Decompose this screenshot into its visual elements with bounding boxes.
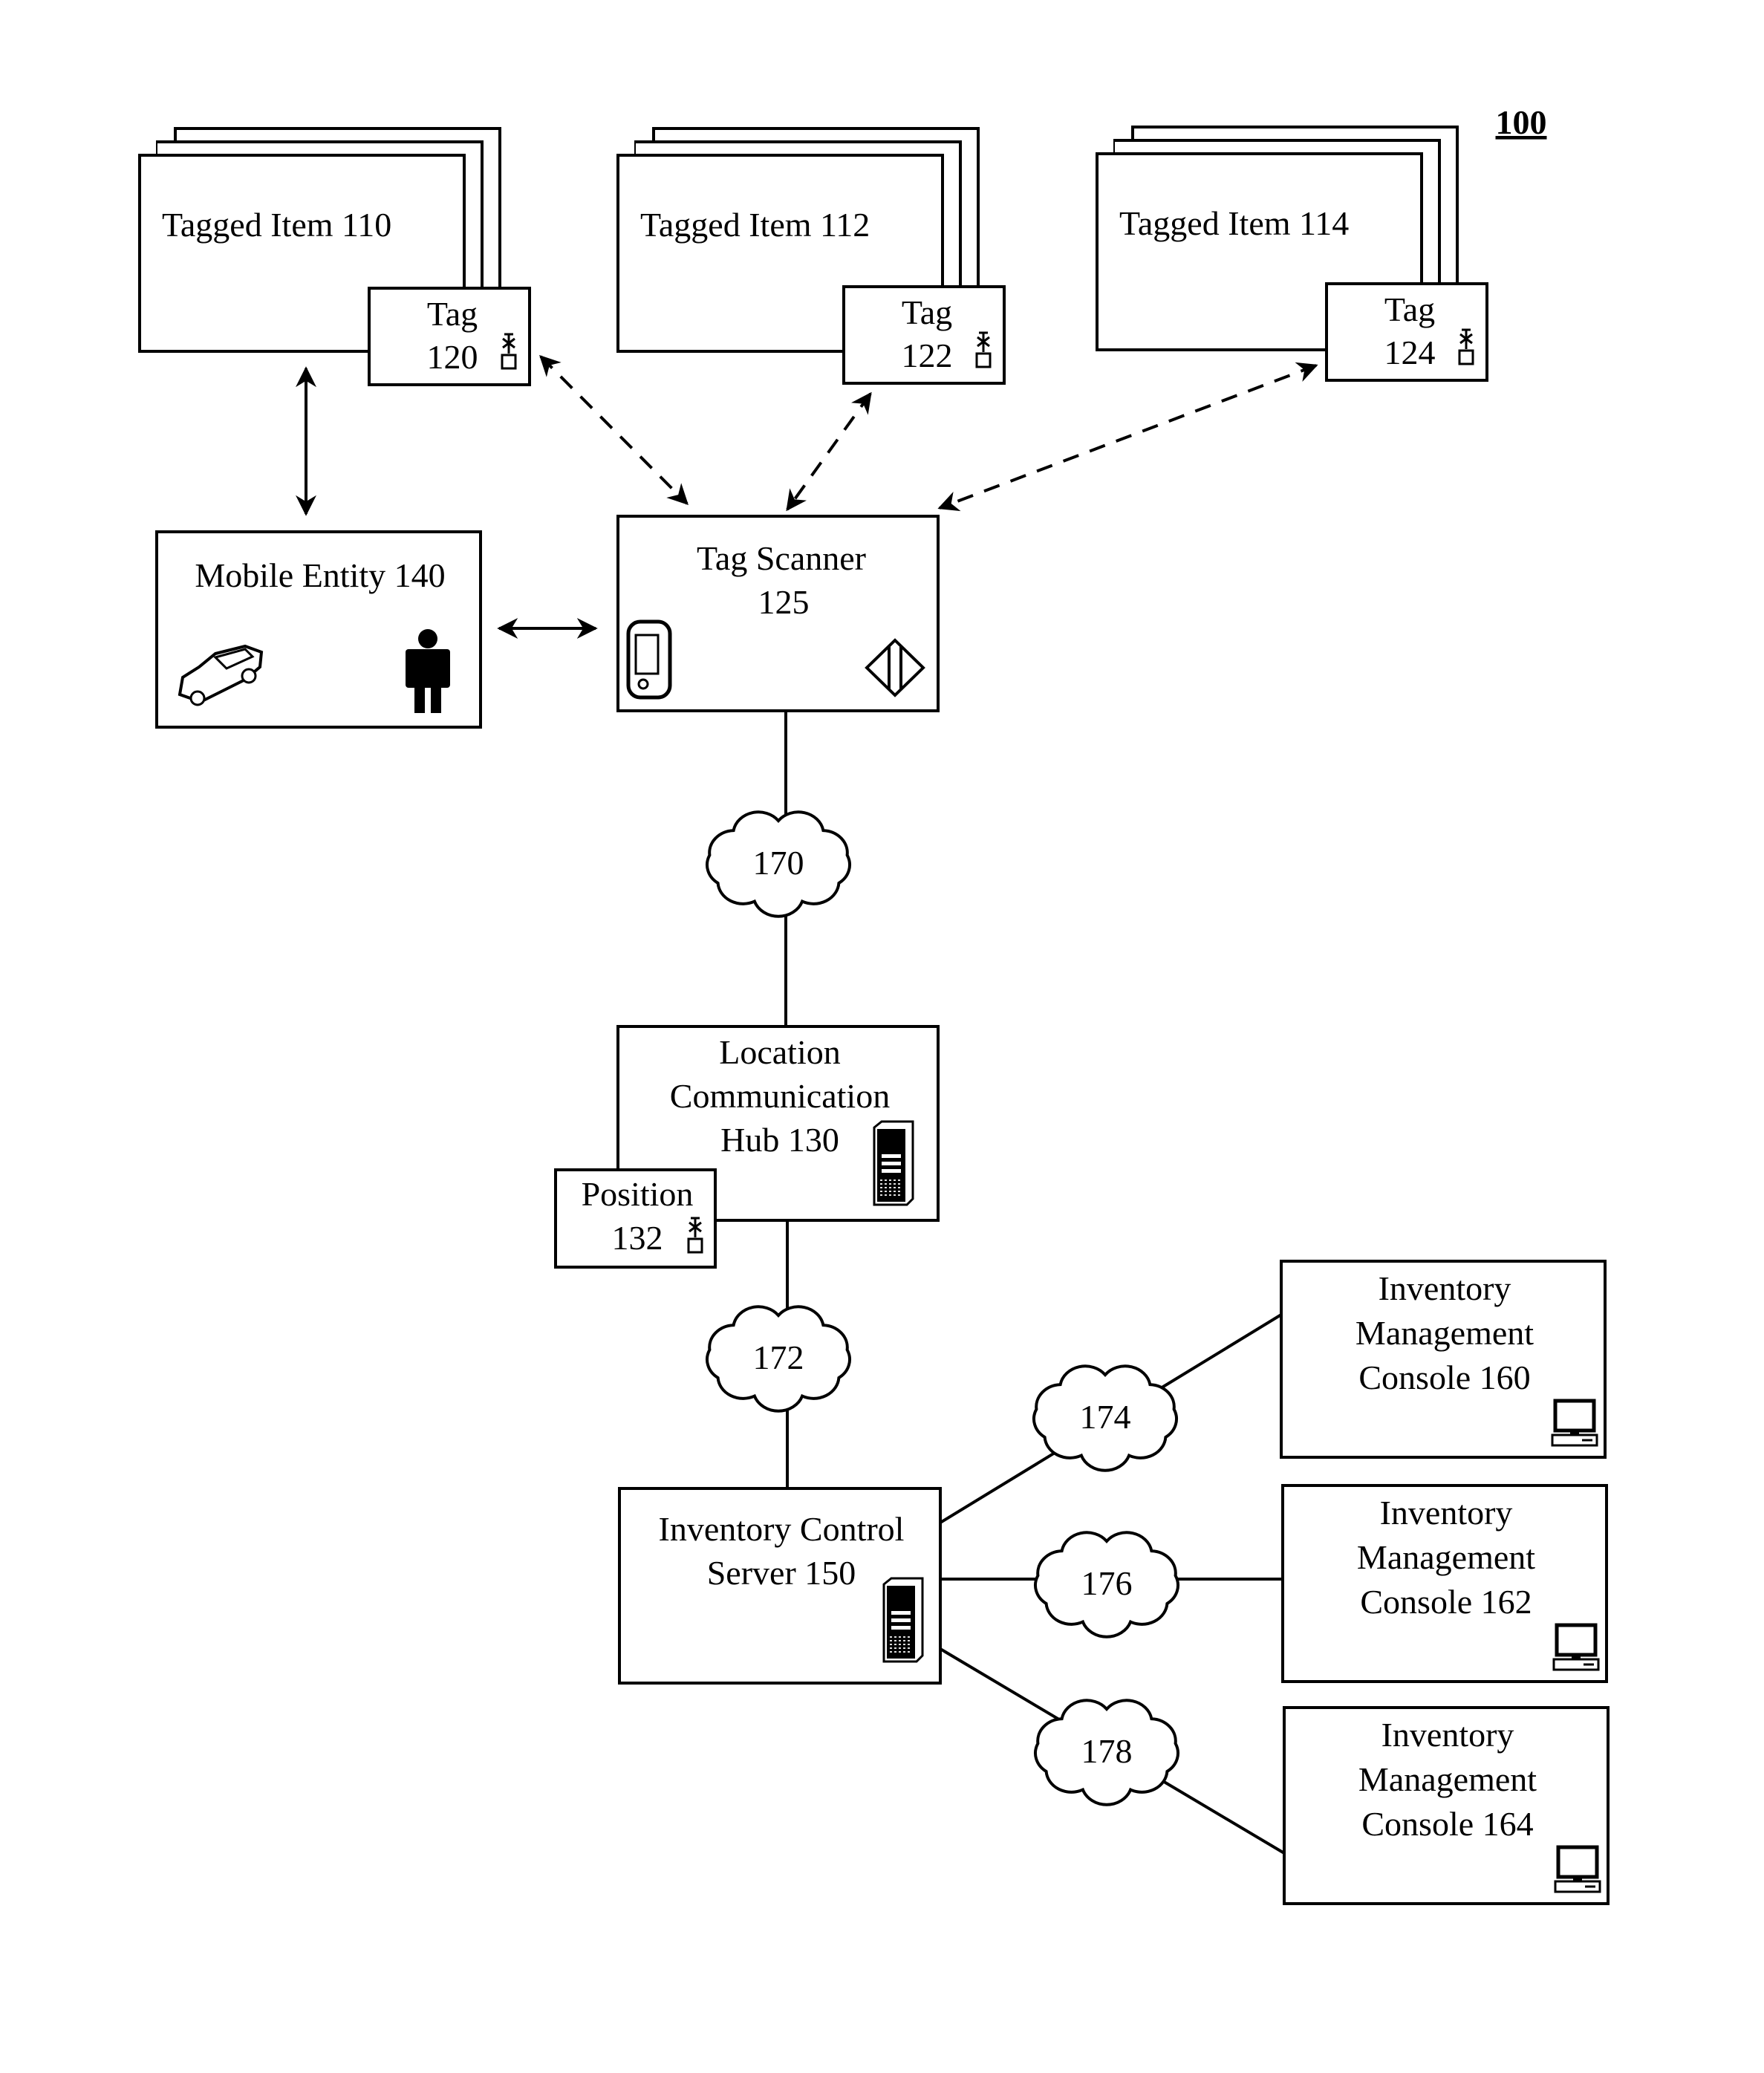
desktop-computer-icon	[1551, 1399, 1598, 1447]
tagged-item-label: Tagged Item 112	[640, 206, 870, 244]
inventory-management-console-160: Inventory Management Console 160	[1280, 1260, 1607, 1459]
tagged-item-label: Tagged Item 114	[1119, 204, 1349, 242]
position-132: Position 132	[554, 1168, 717, 1269]
tag-number: 124	[1384, 333, 1436, 371]
tag-scanner-125: Tag Scanner 125	[616, 515, 940, 712]
network-label: 178	[1081, 1732, 1133, 1770]
handheld-device-icon	[626, 619, 672, 700]
position-label: Position	[582, 1175, 694, 1213]
mobile-entity-140: Mobile Entity 140	[155, 530, 482, 729]
tag-label: Tag	[902, 293, 952, 331]
tag-number: 122	[902, 336, 953, 374]
tagged-item-110: Tagged Item 110 Tag 120	[138, 127, 531, 386]
network-label: 170	[753, 844, 804, 882]
system-diagram: 100 Tagged Item 110 Tag 120 Tagged Item 112…	[138, 103, 1610, 1905]
server-tower-icon	[882, 1577, 924, 1663]
console-label-line: Console 164	[1361, 1805, 1533, 1843]
inventory-management-console-164: Inventory Management Console 164	[1283, 1706, 1610, 1905]
network-label: 172	[753, 1338, 804, 1376]
tag-label: Tag	[427, 295, 478, 333]
tag-label: Tag	[1384, 290, 1435, 328]
desktop-computer-icon	[1554, 1845, 1601, 1893]
position-number: 132	[612, 1219, 663, 1257]
network-cloud-178: 178	[1034, 1699, 1179, 1806]
network-cloud-172: 172	[706, 1305, 851, 1413]
console-label-line: Inventory	[1379, 1269, 1511, 1307]
tag-124: Tag 124	[1325, 282, 1488, 382]
nodes: Tagged Item 110 Tag 120 Tagged Item 112 Tag 1…	[138, 126, 1610, 1905]
tag-scanner-number: 125	[758, 583, 810, 621]
desktop-computer-icon	[1552, 1623, 1600, 1671]
hub-label-line: Location	[719, 1033, 841, 1071]
hub-label-line: Hub 130	[720, 1121, 839, 1159]
tag-number: 120	[427, 338, 478, 376]
console-label-line: Management	[1357, 1538, 1535, 1576]
tag-120: Tag 120	[368, 287, 531, 386]
console-label-line: Inventory	[1381, 1716, 1514, 1754]
inventory-control-server-150: Inventory Control Server 150	[618, 1487, 942, 1685]
link-tag124-scanner	[937, 362, 1318, 512]
server-tower-icon	[873, 1120, 914, 1206]
figure-label: 100	[1496, 103, 1547, 141]
link-tag120-scanner	[539, 355, 689, 505]
tagged-item-label: Tagged Item 110	[162, 206, 391, 244]
tagged-item-114: Tagged Item 114 Tag 124	[1096, 126, 1488, 382]
network-label: 174	[1080, 1398, 1131, 1436]
console-label-line: Console 160	[1358, 1358, 1530, 1396]
inventory-management-console-162: Inventory Management Console 162	[1281, 1484, 1608, 1683]
mobile-entity-label: Mobile Entity 140	[195, 556, 445, 594]
server-label-line: Inventory Control	[659, 1510, 905, 1548]
tag-122: Tag 122	[842, 285, 1006, 385]
console-label-line: Console 162	[1360, 1583, 1532, 1621]
console-label-line: Management	[1358, 1760, 1537, 1798]
tagged-item-112: Tagged Item 112 Tag 122	[616, 127, 1006, 385]
tag-scanner-label: Tag Scanner	[697, 539, 866, 577]
network-cloud-176: 176	[1034, 1531, 1179, 1638]
link-tag122-scanner	[786, 391, 872, 512]
hub-label-line: Communication	[670, 1077, 890, 1115]
network-cloud-170: 170	[706, 810, 851, 918]
network-label: 176	[1081, 1564, 1133, 1602]
network-cloud-174: 174	[1032, 1364, 1178, 1472]
server-label-line: Server 150	[707, 1554, 856, 1592]
console-label-line: Inventory	[1380, 1494, 1513, 1532]
console-label-line: Management	[1355, 1314, 1534, 1352]
location-communication-hub-130: Location Communication Hub 130 Position 132	[554, 1025, 940, 1269]
